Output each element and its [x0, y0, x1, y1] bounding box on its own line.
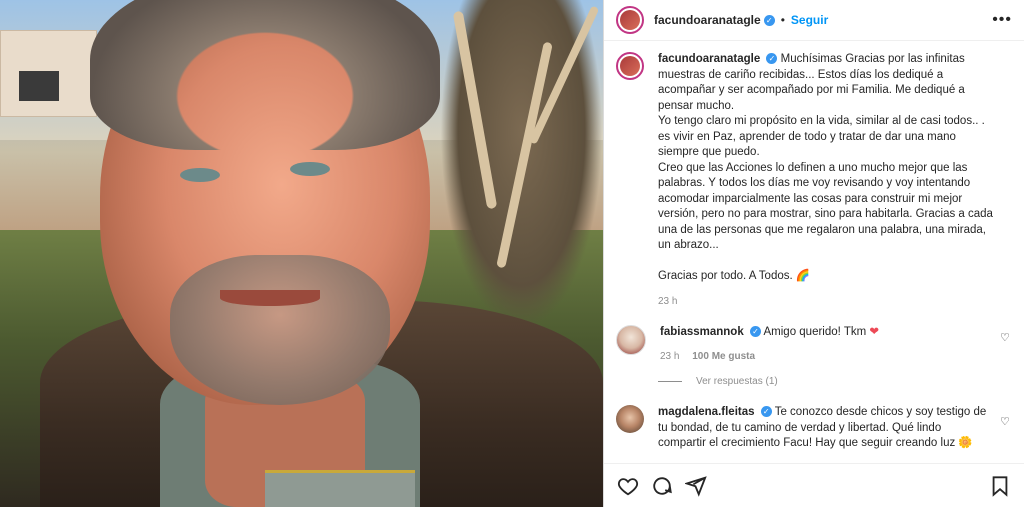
header-separator: • — [780, 13, 785, 27]
comment-like-heart-icon[interactable]: ♡ — [1000, 415, 1012, 428]
post-header: facundoaranatagle ✓ • Seguir ••• — [604, 0, 1024, 41]
comment-text: Amigo querido! Tkm — [763, 326, 867, 338]
photo-zipper — [265, 470, 415, 507]
view-replies-label: Ver respuestas (1) — [696, 376, 778, 387]
comment-item: magdalena.fleitas ✓ Te conozco desde chi… — [616, 405, 1012, 452]
more-options-icon[interactable]: ••• — [992, 11, 1012, 29]
author-avatar[interactable] — [616, 6, 644, 34]
comments-scroll-area[interactable]: facundoaranatagle ✓ Muchísimas Gracias p… — [604, 40, 1024, 463]
caption-timestamp[interactable]: 23 h — [658, 296, 1012, 307]
bookmark-icon[interactable] — [988, 474, 1012, 498]
caption-paragraph: Creo que las Acciones lo definen a uno m… — [658, 161, 993, 252]
heart-icon[interactable] — [616, 474, 640, 498]
post-side-panel: facundoaranatagle ✓ • Seguir ••• facundo… — [603, 0, 1024, 507]
comment-body: fabiassmannok ✓ Amigo querido! Tkm ❤ 23 … — [660, 325, 990, 364]
caption-avatar-image — [620, 56, 640, 76]
comment-timestamp[interactable]: 23 h — [660, 351, 679, 362]
comment-body: magdalena.fleitas ✓ Te conozco desde chi… — [658, 405, 988, 452]
commenter-avatar[interactable] — [616, 405, 644, 433]
post-action-bar — [604, 463, 1024, 507]
caption-username[interactable]: facundoaranatagle — [658, 53, 760, 65]
caption-avatar[interactable] — [616, 52, 644, 80]
post-caption: facundoaranatagle ✓ Muchísimas Gracias p… — [616, 52, 1012, 284]
comment-like-heart-icon[interactable]: ♡ — [1000, 331, 1012, 344]
photo-house-window — [19, 71, 59, 101]
instagram-post: facundoaranatagle ✓ • Seguir ••• facundo… — [0, 0, 1024, 507]
author-username[interactable]: facundoaranatagle — [654, 13, 761, 27]
follow-button[interactable]: Seguir — [791, 13, 828, 27]
share-icon[interactable] — [684, 474, 708, 498]
comment-likes[interactable]: 100 Me gusta — [692, 351, 755, 362]
verified-badge-icon: ✓ — [763, 14, 775, 26]
verified-badge-icon: ✓ — [766, 53, 778, 65]
photo-eye-right — [290, 162, 330, 176]
caption-paragraph: Yo tengo claro mi propósito en la vida, … — [658, 115, 985, 158]
replies-line — [658, 381, 682, 382]
comment-item: fabiassmannok ✓ Amigo querido! Tkm ❤ 23 … — [616, 325, 1012, 364]
commenter-avatar[interactable] — [616, 325, 646, 355]
post-photo[interactable] — [0, 0, 603, 507]
photo-beard — [170, 255, 390, 405]
photo-mouth — [220, 290, 320, 306]
view-replies-button[interactable]: Ver respuestas (1) — [658, 376, 1012, 387]
red-heart-emoji: ❤ — [869, 326, 880, 338]
verified-badge-icon: ✓ — [749, 326, 761, 338]
caption-text: facundoaranatagle ✓ Muchísimas Gracias p… — [658, 52, 998, 284]
photo-eye-left — [180, 168, 220, 182]
photo-house — [0, 30, 97, 117]
photo-hair — [90, 0, 440, 150]
author-avatar-image — [620, 10, 640, 30]
verified-badge-icon: ✓ — [760, 406, 772, 418]
comment-icon[interactable] — [650, 474, 674, 498]
commenter-username[interactable]: fabiassmannok — [660, 326, 744, 338]
comment-meta: 23 h 100 Me gusta — [660, 349, 990, 365]
commenter-username[interactable]: magdalena.fleitas — [658, 406, 755, 418]
caption-paragraph: Gracias por todo. A Todos. 🌈 — [658, 269, 811, 282]
